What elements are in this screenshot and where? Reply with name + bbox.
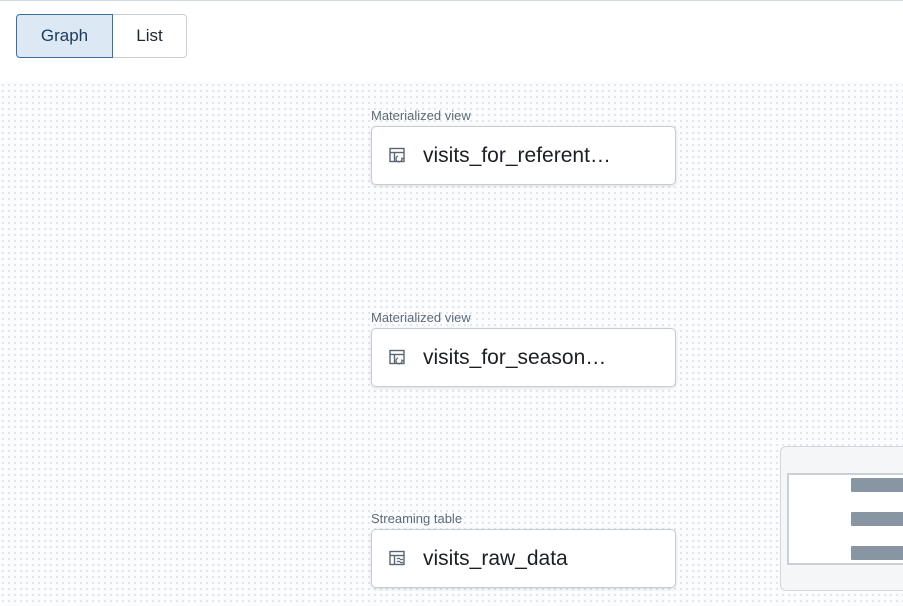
top-divider <box>0 0 903 2</box>
graph-node-wrapper: Materialized view visits_for_referent… <box>371 107 676 185</box>
node-name: visits_raw_data <box>423 546 568 570</box>
node-name: visits_for_referent… <box>423 143 611 167</box>
list-view-button[interactable]: List <box>113 14 187 58</box>
graph-node-wrapper: Materialized view visits_for_season… <box>371 309 676 387</box>
graph-minimap[interactable] <box>780 446 903 591</box>
node-type-label: Streaming table <box>371 511 463 526</box>
materialized-view-icon <box>389 349 405 365</box>
minimap-node <box>851 512 903 526</box>
view-toggle: Graph List <box>16 14 187 58</box>
graph-view-button[interactable]: Graph <box>16 14 113 58</box>
graph-node[interactable]: visits_raw_data <box>371 529 676 588</box>
node-name: visits_for_season… <box>423 345 607 369</box>
node-type-label: Materialized view <box>371 108 471 123</box>
materialized-view-icon <box>389 147 405 163</box>
node-type-label: Materialized view <box>371 310 471 325</box>
graph-node[interactable]: visits_for_season… <box>371 328 676 387</box>
streaming-table-icon <box>389 550 405 566</box>
graph-node-wrapper: Streaming table visits_raw_data <box>371 510 676 588</box>
minimap-node <box>851 478 903 492</box>
minimap-node <box>851 546 903 560</box>
graph-node[interactable]: visits_for_referent… <box>371 126 676 185</box>
